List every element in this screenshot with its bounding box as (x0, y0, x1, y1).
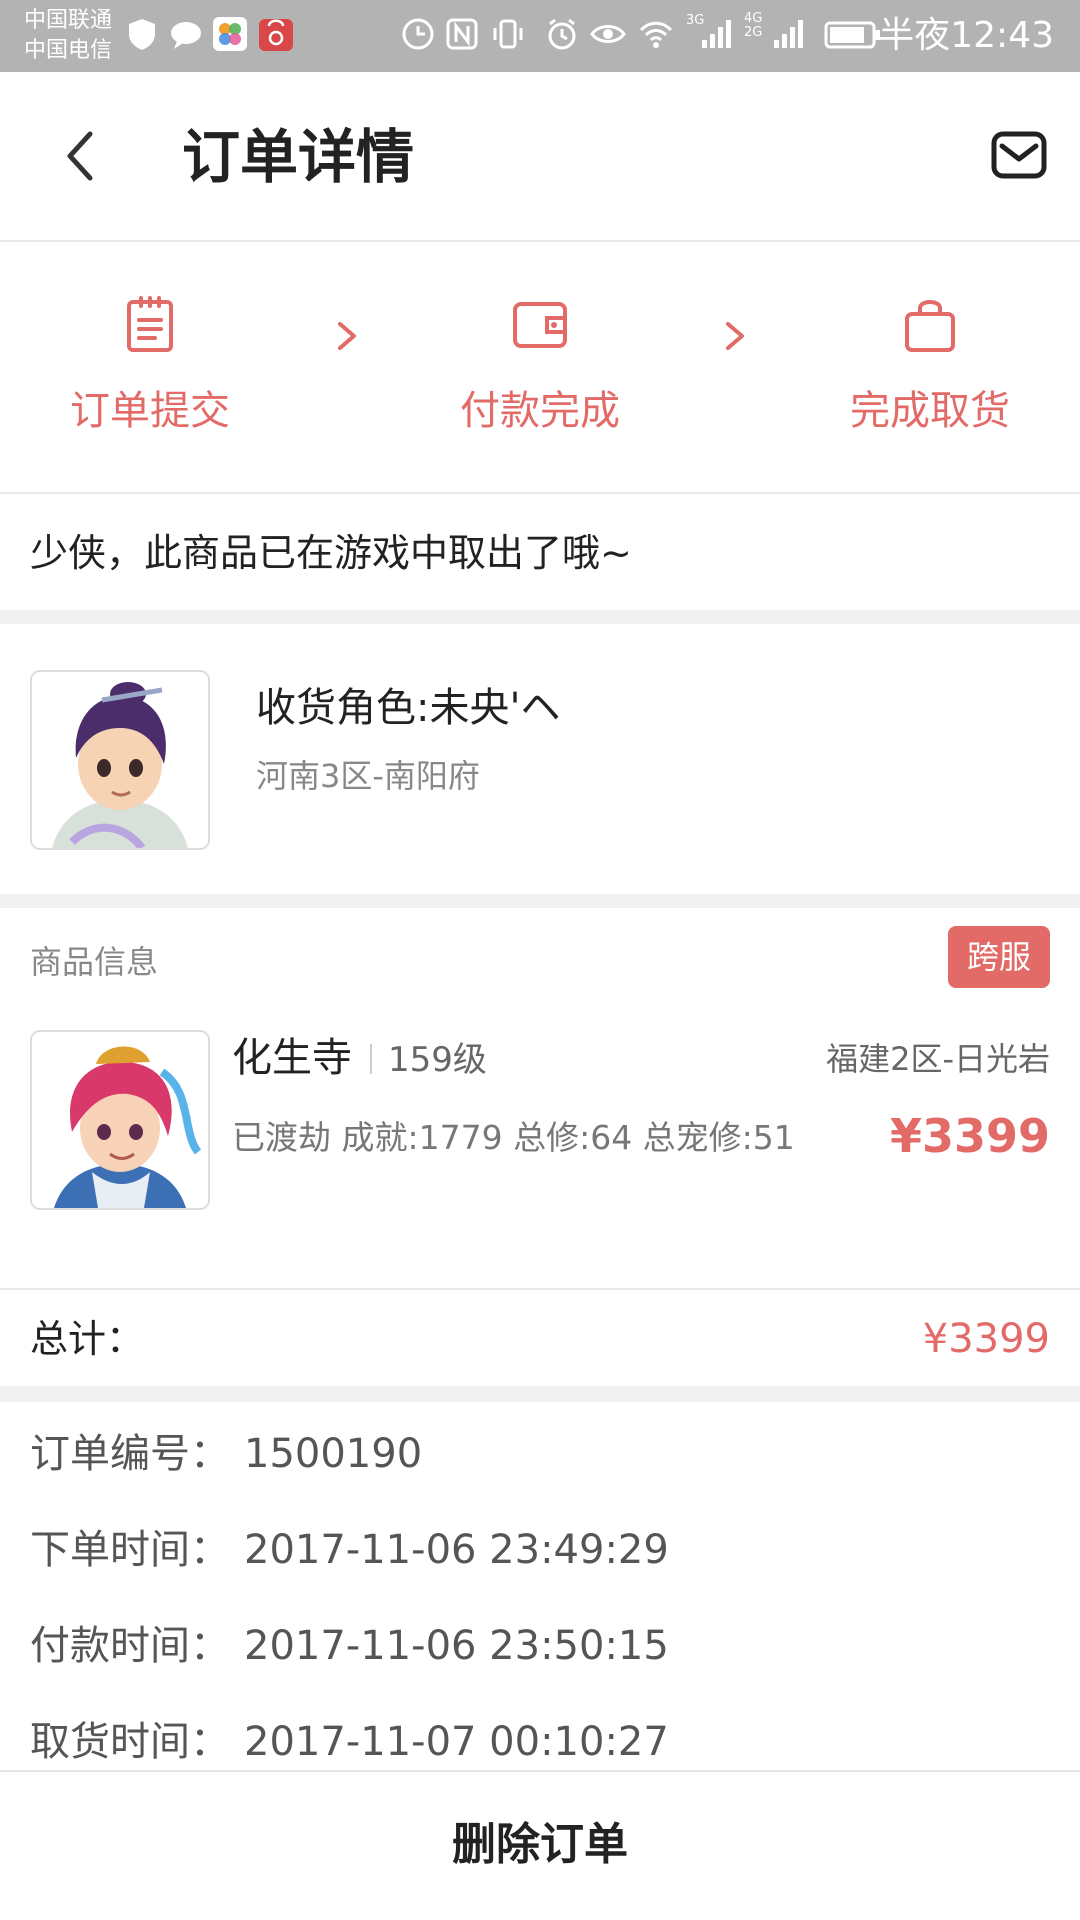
total-label: 总计： (30, 1317, 145, 1361)
chevron-left-icon[interactable] (50, 116, 114, 196)
step-label: 完成取货 (850, 388, 1010, 434)
info-value: 2017-11-07 00:10:27 (244, 1719, 669, 1765)
step-label: 付款完成 (460, 388, 620, 434)
step-order-submitted: 订单提交 (30, 294, 270, 436)
clipboard-icon (127, 296, 173, 352)
order-number-row: 订单编号： 1500190 (30, 1426, 422, 1482)
nav-bar: 订单详情 (0, 72, 1080, 242)
payment-time-row: 付款时间： 2017-11-06 23:50:15 (30, 1618, 669, 1674)
product-stats: 已渡劫 成就:1779 总修:64 总宠修:51 (232, 1118, 795, 1157)
clock: 半夜12:43 (878, 15, 1054, 56)
info-value: 2017-11-06 23:49:29 (244, 1527, 669, 1573)
data-saver-icon (402, 18, 434, 50)
info-label: 订单编号： (30, 1431, 230, 1477)
character-portrait (32, 672, 208, 848)
status-message: 少侠，此商品已在游戏中取出了哦~ (0, 496, 1080, 610)
product-level: 159级 (388, 1040, 487, 1080)
step-pickup-complete: 完成取货 (810, 294, 1050, 436)
battery-icon (824, 21, 880, 49)
chat-icon (171, 22, 201, 49)
product-server: 福建2区-日光岩 (826, 1040, 1050, 1078)
section-title: 商品信息 (30, 943, 159, 981)
alarm-icon (548, 18, 576, 50)
info-label: 取货时间： (30, 1719, 230, 1765)
info-value: 2017-11-06 23:50:15 (244, 1623, 669, 1669)
step-label: 订单提交 (70, 388, 230, 434)
bottom-bar: 删除订单 (0, 1770, 1080, 1920)
product-price: ¥3399 (889, 1109, 1050, 1163)
signal-icon (702, 20, 731, 48)
order-info: 订单编号： 1500190 下单时间： 2017-11-06 23:49:29 付款… (0, 1402, 1080, 1770)
section-divider (0, 610, 1080, 624)
product-name: 化生寺 (232, 1035, 352, 1081)
product-avatar (30, 1030, 210, 1210)
delete-order-button[interactable]: 删除订单 (0, 1772, 1080, 1920)
order-total: 总计： ¥3399 (0, 1292, 1080, 1386)
total-value: ¥3399 (922, 1316, 1050, 1362)
product-card[interactable]: 商品信息 跨服 化生寺 159级 福建2区-日光岩 已渡劫 成就:1779 总修… (0, 908, 1080, 1290)
order-progress: 订单提交 付款完成 完成取货 (0, 244, 1080, 494)
section-divider (0, 894, 1080, 908)
vibrate-icon (493, 19, 523, 49)
step-payment-complete: 付款完成 (420, 294, 660, 436)
huawei-store-icon (259, 19, 293, 51)
status-bar: 中国联通 中国电信 3G 4G 2G 半夜12:43 (0, 0, 1080, 72)
network-type-4g-2g: 4G 2G (744, 11, 763, 40)
chevron-right-icon (338, 322, 356, 350)
divider (370, 1044, 372, 1074)
receiver-role: 收货角色:未央'ヘ (256, 685, 561, 731)
chevron-right-icon (726, 322, 744, 350)
info-label: 下单时间： (30, 1527, 230, 1573)
shopping-bag-icon (905, 300, 955, 352)
receiver-server: 河南3区-南阳府 (256, 757, 480, 795)
nfc-icon (446, 18, 478, 50)
signal-icon (774, 20, 803, 48)
receiver-avatar (30, 670, 210, 850)
receiver-card: 收货角色:未央'ヘ 河南3区-南阳府 (0, 624, 1080, 894)
wallet-icon (513, 302, 567, 348)
order-time-row: 下单时间： 2017-11-06 23:49:29 (30, 1522, 669, 1578)
eye-icon (590, 25, 626, 43)
cross-server-badge: 跨服 (948, 926, 1050, 988)
info-value: 1500190 (244, 1431, 423, 1477)
photos-icon (213, 17, 247, 51)
carrier-2: 中国电信 (24, 38, 113, 63)
info-label: 付款时间： (30, 1623, 230, 1669)
pickup-time-row: 取货时间： 2017-11-07 00:10:27 (30, 1714, 669, 1770)
carrier-names: 中国联通 中国电信 (24, 6, 112, 66)
carrier-1: 中国联通 (24, 8, 113, 33)
character-portrait (32, 1032, 208, 1208)
section-divider (0, 1386, 1080, 1402)
page-title: 订单详情 (182, 123, 415, 191)
wifi-icon (639, 21, 673, 48)
mail-icon[interactable] (990, 126, 1048, 184)
shield-icon (129, 19, 155, 50)
